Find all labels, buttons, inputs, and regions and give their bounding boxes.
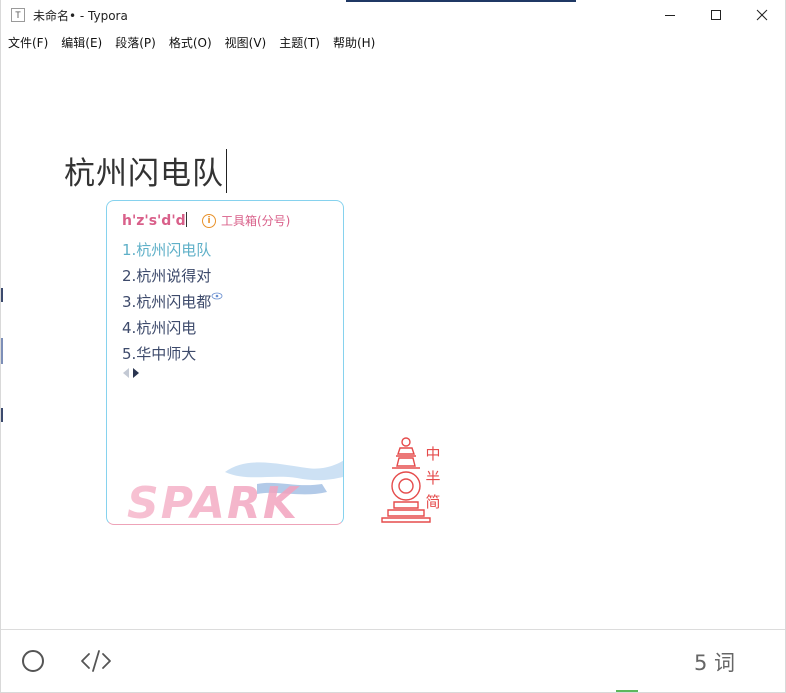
window-title: 未命名• - Typora — [33, 8, 128, 23]
edge-mark — [1, 408, 3, 422]
close-icon — [756, 9, 768, 21]
edge-mark — [1, 288, 3, 302]
outline-toggle-icon[interactable] — [22, 650, 44, 672]
toolbox-icon: i — [202, 213, 216, 228]
status-bar: 5 词 — [1, 629, 785, 692]
ime-candidate[interactable]: 3.杭州闪电都 — [122, 289, 223, 315]
document-heading[interactable]: 杭州闪电队 — [64, 148, 227, 193]
taskbar-indicator — [616, 690, 638, 692]
menu-view[interactable]: 视图(V) — [225, 34, 267, 51]
ime-toolbox-button[interactable]: i 工具箱(分号) — [202, 212, 290, 229]
ime-composition-string: h'z's'd'd — [122, 212, 187, 229]
ime-candidate[interactable]: 2.杭州说得对 — [122, 263, 223, 289]
svg-text:SPARK: SPARK — [127, 478, 300, 524]
heading-text: 杭州闪电队 — [64, 156, 224, 192]
close-button[interactable] — [739, 0, 785, 30]
seal-char: 半 — [425, 469, 441, 487]
menu-paragraph[interactable]: 段落(P) — [115, 34, 156, 51]
text-caret — [226, 149, 227, 193]
ime-candidate-panel: h'z's'd'd i 工具箱(分号) 1.杭州闪电队 2.杭州说得对 3.杭州… — [106, 200, 344, 525]
minimize-button[interactable] — [647, 0, 693, 30]
seal-logo: 中 半 简 — [379, 430, 459, 530]
maximize-button[interactable] — [693, 0, 739, 30]
ime-candidate[interactable]: 1.杭州闪电队 — [122, 237, 223, 263]
menu-edit[interactable]: 编辑(E) — [61, 34, 102, 51]
menu-format[interactable]: 格式(O) — [169, 34, 212, 51]
menu-file[interactable]: 文件(F) — [8, 34, 48, 51]
minimize-icon — [665, 15, 675, 16]
word-count[interactable]: 5 词 — [694, 647, 735, 677]
typora-window: T 未命名• - Typora 文件(F) 编辑(E) 段落(P) 格式(O) … — [0, 0, 786, 693]
ime-candidate[interactable]: 5.华中师大 — [122, 341, 223, 367]
source-code-mode-icon[interactable] — [80, 648, 112, 674]
toolbox-label: 工具箱(分号) — [221, 214, 291, 228]
menu-bar: 文件(F) 编辑(E) 段落(P) 格式(O) 视图(V) 主题(T) 帮助(H… — [1, 32, 785, 52]
page-prev-icon[interactable] — [123, 368, 129, 378]
menu-help[interactable]: 帮助(H) — [333, 34, 375, 51]
ime-candidate-text: 3.杭州闪电都 — [122, 293, 212, 311]
seal-char: 简 — [425, 493, 441, 511]
title-bar[interactable]: T 未命名• - Typora — [1, 0, 785, 30]
ime-pager — [123, 368, 143, 378]
ime-caret — [185, 212, 187, 227]
maximize-icon — [711, 10, 721, 20]
ime-candidate[interactable]: 4.杭州闪电 — [122, 315, 223, 341]
ime-composition-text: h'z's'd'd — [122, 213, 186, 229]
page-next-icon[interactable] — [133, 368, 139, 378]
edge-mark — [1, 338, 3, 364]
window-controls — [647, 0, 785, 30]
ime-candidate-list: 1.杭州闪电队 2.杭州说得对 3.杭州闪电都 4.杭州闪电 5.华中师大 — [122, 237, 223, 367]
spark-skin-logo: SPARK — [127, 460, 343, 524]
menu-theme[interactable]: 主题(T) — [279, 34, 320, 51]
eye-icon — [211, 292, 223, 300]
seal-char: 中 — [425, 445, 441, 463]
typora-app-icon: T — [11, 8, 25, 22]
seal-text: 中 半 简 — [424, 442, 442, 514]
